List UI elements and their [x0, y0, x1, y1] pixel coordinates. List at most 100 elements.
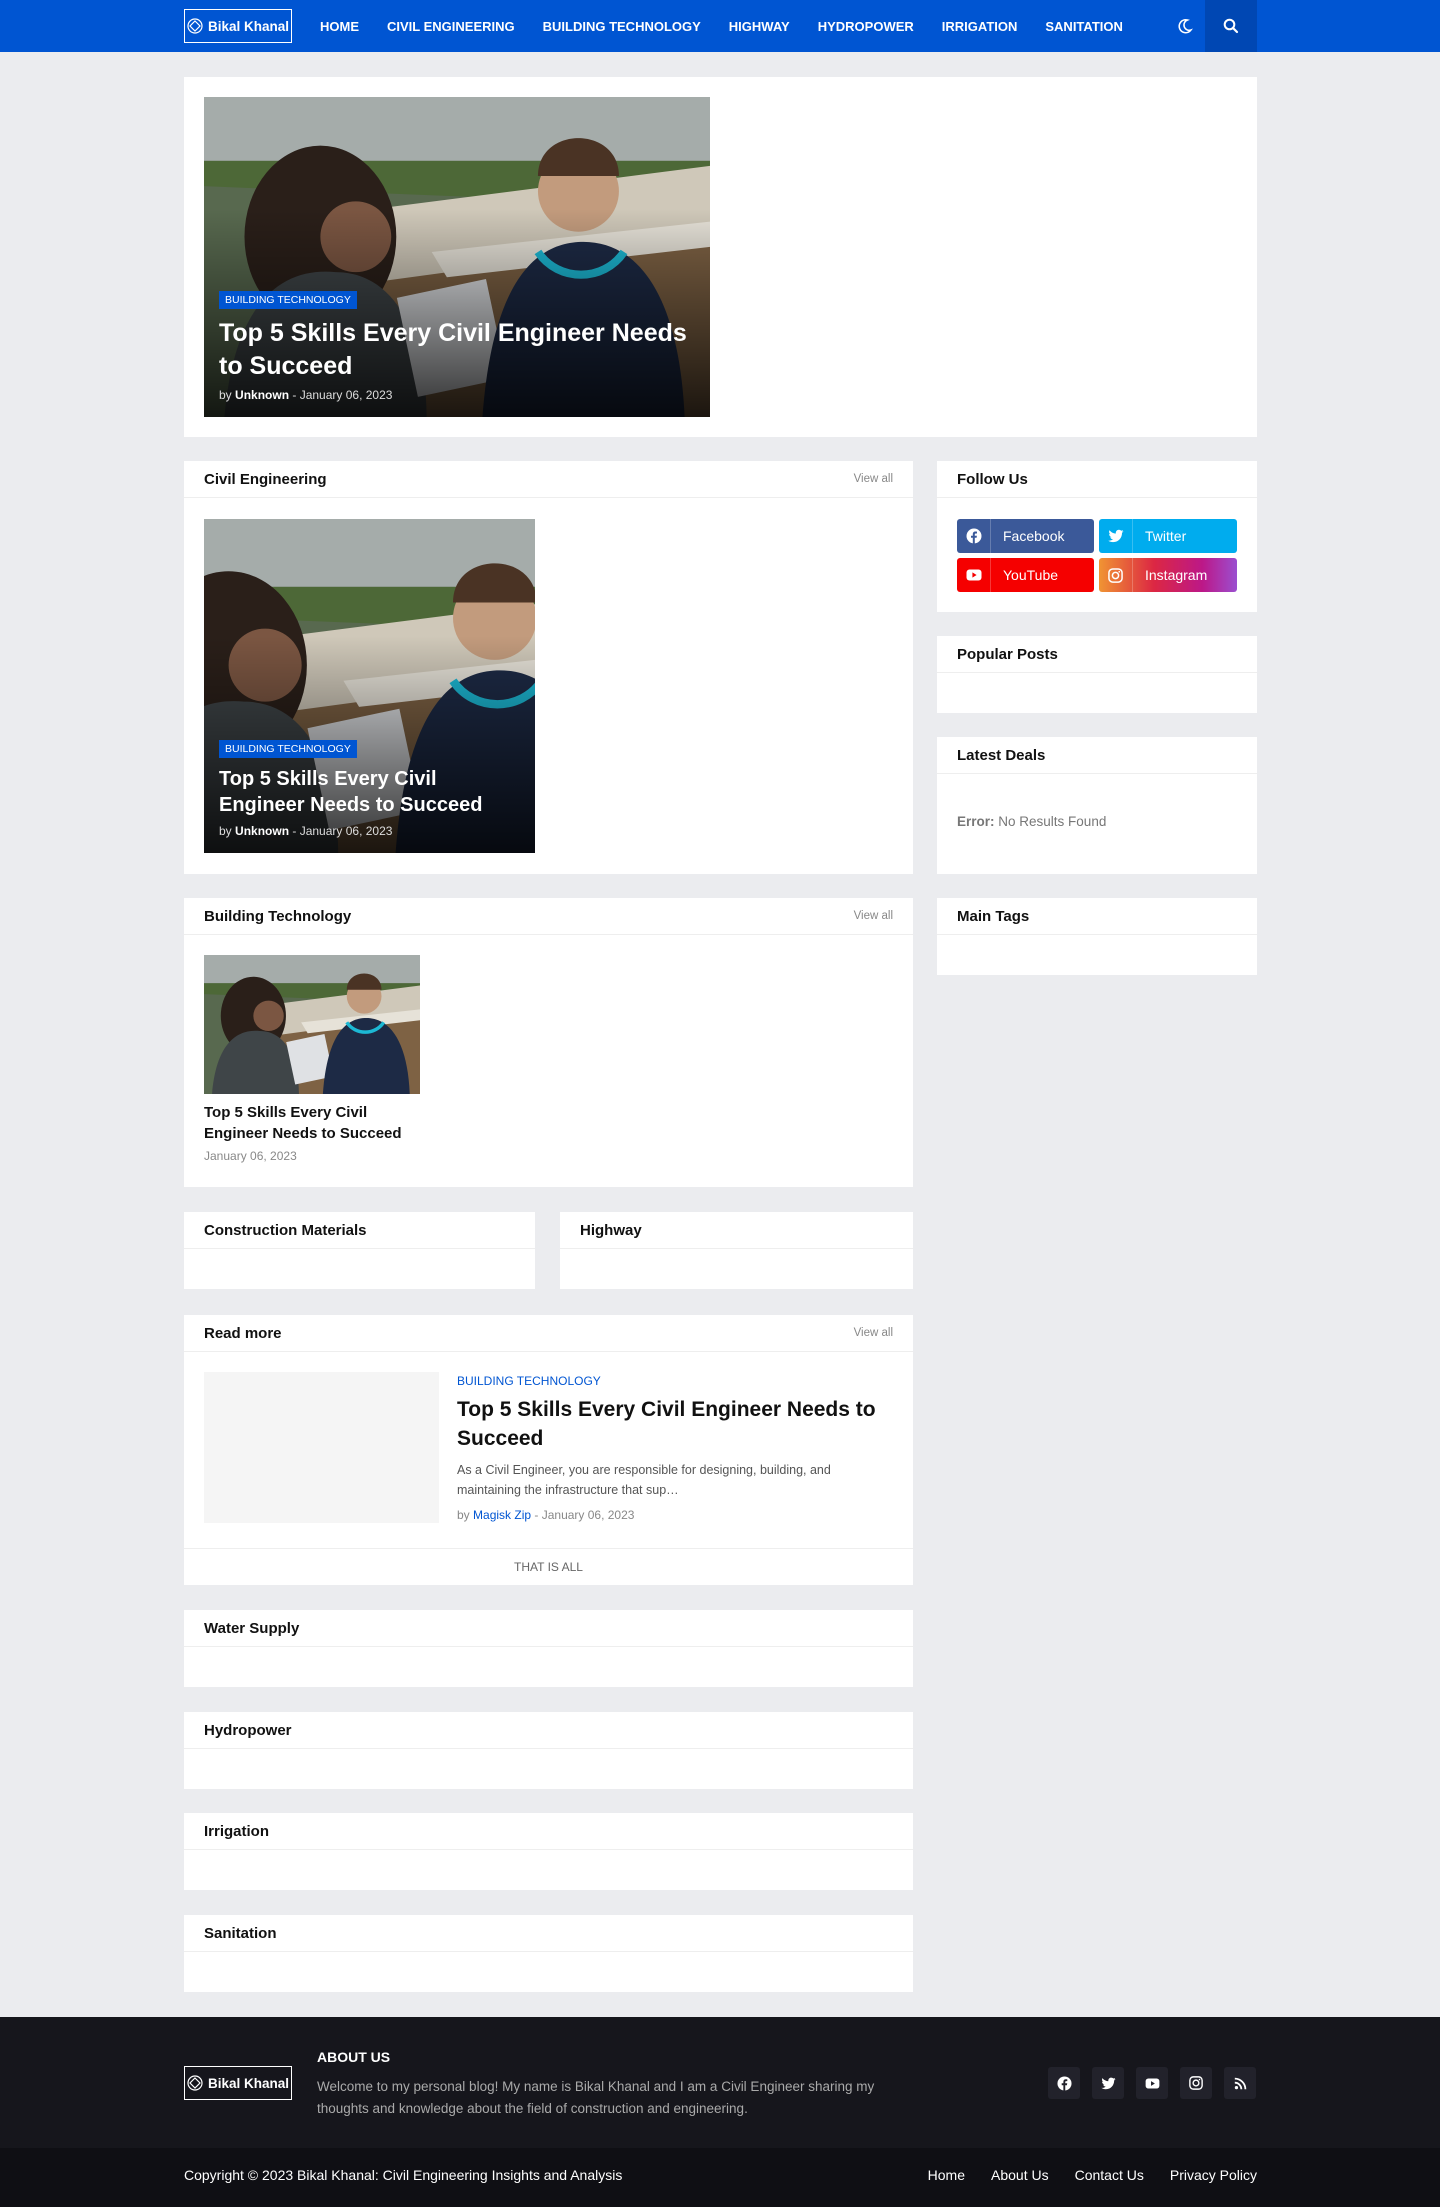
twitter-label: Twitter — [1145, 528, 1187, 544]
featured-title[interactable]: Top 5 Skills Every Civil Engineer Needs … — [219, 317, 695, 382]
instagram-button[interactable]: Instagram — [1099, 558, 1237, 592]
end-of-posts-text: THAT IS ALL — [514, 1560, 583, 1574]
post-meta: by Unknown - January 06, 2023 — [219, 824, 393, 838]
view-all-link[interactable]: View all — [854, 910, 893, 922]
nav-civil-engineering[interactable]: CIVIL ENGINEERING — [387, 19, 515, 34]
logo-mark-icon — [187, 18, 203, 34]
instagram-icon — [1108, 567, 1123, 583]
construction-materials-section: Construction Materials — [184, 1212, 535, 1289]
section-title: Construction Materials — [204, 1221, 367, 1239]
main-nav: HOME CIVIL ENGINEERING BUILDING TECHNOLO… — [320, 0, 1123, 52]
section-title: Highway — [580, 1221, 642, 1239]
instagram-icon — [1189, 2076, 1203, 2090]
post-author[interactable]: Magisk Zip — [473, 1508, 531, 1522]
post-author[interactable]: Unknown — [235, 388, 289, 402]
nav-irrigation[interactable]: IRRIGATION — [942, 19, 1018, 34]
section-title: Building Technology — [204, 907, 352, 925]
dark-mode-icon[interactable] — [1175, 16, 1195, 36]
twitter-icon — [1100, 2077, 1116, 2089]
post-meta: by Unknown - January 06, 2023 — [219, 388, 393, 402]
footer-instagram[interactable] — [1180, 2067, 1212, 2099]
footer-link-about-us[interactable]: About Us — [991, 2167, 1049, 2183]
irrigation-section: Irrigation — [184, 1813, 913, 1890]
footer-facebook[interactable] — [1048, 2067, 1080, 2099]
nav-home[interactable]: HOME — [320, 19, 359, 34]
nav-hydropower[interactable]: HYDROPOWER — [818, 19, 914, 34]
youtube-button[interactable]: YouTube — [957, 558, 1094, 592]
footer-youtube[interactable] — [1136, 2067, 1168, 2099]
end-of-posts: THAT IS ALL — [184, 1548, 913, 1585]
logo-mark-icon — [187, 2075, 203, 2091]
footer-rss[interactable] — [1224, 2067, 1256, 2099]
section-title: Irrigation — [204, 1822, 270, 1840]
widget-title: Main Tags — [957, 907, 1030, 925]
featured-post[interactable]: BUILDING TECHNOLOGY Top 5 Skills Every C… — [204, 97, 710, 417]
twitter-button[interactable]: Twitter — [1099, 519, 1237, 553]
popular-posts-widget: Popular Posts — [937, 636, 1257, 713]
footer-twitter[interactable] — [1092, 2067, 1124, 2099]
hydropower-section: Hydropower — [184, 1712, 913, 1789]
category-badge[interactable]: BUILDING TECHNOLOGY — [219, 291, 357, 309]
main-tags-widget: Main Tags — [937, 898, 1257, 975]
section-title: Read more — [204, 1324, 282, 1342]
copyright-text: Copyright © 2023 Bikal Khanal: Civil Eng… — [184, 2167, 623, 2183]
search-icon — [1223, 18, 1239, 34]
footer-bottom-bar: Copyright © 2023 Bikal Khanal: Civil Eng… — [0, 2148, 1440, 2207]
footer-logo[interactable]: Bikal Khanal — [184, 2066, 292, 2100]
search-button[interactable] — [1205, 0, 1257, 52]
view-all-link[interactable]: View all — [854, 473, 893, 485]
facebook-button[interactable]: Facebook — [957, 519, 1094, 553]
latest-deals-widget: Latest Deals Error: No Results Found — [937, 737, 1257, 874]
post-author[interactable]: Unknown — [235, 824, 289, 838]
post-thumbnail[interactable] — [204, 1372, 439, 1523]
highway-section: Highway — [560, 1212, 913, 1289]
follow-us-widget: Follow Us Facebook Twitter YouTube Insta… — [937, 461, 1257, 612]
youtube-label: YouTube — [1003, 567, 1059, 583]
water-supply-section: Water Supply — [184, 1610, 913, 1687]
nav-building-technology[interactable]: BUILDING TECHNOLOGY — [543, 19, 701, 34]
widget-title: Popular Posts — [957, 645, 1058, 663]
building-technology-section: Building Technology View all Top 5 Skill… — [184, 898, 913, 1187]
logo-text: Bikal Khanal — [207, 18, 290, 34]
logo-text: Bikal Khanal — [207, 2075, 290, 2091]
post-image[interactable] — [204, 955, 420, 1094]
youtube-icon — [1145, 2077, 1159, 2089]
youtube-icon — [966, 569, 981, 581]
about-text: Welcome to my personal blog! My name is … — [317, 2079, 875, 2116]
footer-link-privacy-policy[interactable]: Privacy Policy — [1170, 2167, 1257, 2183]
rss-icon — [1234, 2077, 1246, 2089]
about-title: ABOUT US — [317, 2049, 391, 2065]
civil-engineering-section: Civil Engineering View all BUILDING TECH… — [184, 461, 913, 874]
post-category[interactable]: BUILDING TECHNOLOGY — [457, 1374, 601, 1388]
nav-highway[interactable]: HIGHWAY — [729, 19, 790, 34]
widget-title: Latest Deals — [957, 746, 1046, 764]
post-date: January 06, 2023 — [299, 824, 393, 838]
widget-title: Follow Us — [957, 470, 1028, 488]
facebook-icon — [1056, 2075, 1072, 2091]
view-all-link[interactable]: View all — [854, 1327, 893, 1339]
section-title: Water Supply — [204, 1619, 300, 1637]
post-title[interactable]: Top 5 Skills Every Civil Engineer Needs … — [457, 1395, 897, 1454]
post-card[interactable]: BUILDING TECHNOLOGY Top 5 Skills Every C… — [204, 519, 535, 853]
post-date: January 06, 2023 — [299, 388, 393, 402]
facebook-icon — [966, 528, 981, 544]
section-title: Hydropower — [204, 1721, 292, 1739]
twitter-icon — [1107, 529, 1123, 543]
read-more-section: Read more View all BUILDING TECHNOLOGY T… — [184, 1315, 913, 1585]
category-badge[interactable]: BUILDING TECHNOLOGY — [219, 740, 357, 758]
footer-link-home[interactable]: Home — [928, 2167, 965, 2183]
post-title[interactable]: Top 5 Skills Every Civil Engineer Needs … — [204, 1102, 429, 1144]
nav-sanitation[interactable]: SANITATION — [1045, 19, 1123, 34]
footer-link-contact-us[interactable]: Contact Us — [1075, 2167, 1144, 2183]
post-title[interactable]: Top 5 Skills Every Civil Engineer Needs … — [219, 766, 520, 818]
footer-links: Home About Us Contact Us Privacy Policy — [928, 2167, 1257, 2183]
facebook-label: Facebook — [1003, 528, 1065, 544]
post-date: January 06, 2023 — [541, 1508, 635, 1522]
featured-section: BUILDING TECHNOLOGY Top 5 Skills Every C… — [184, 77, 1257, 437]
site-logo[interactable]: Bikal Khanal — [184, 9, 292, 43]
instagram-label: Instagram — [1145, 567, 1208, 583]
post-excerpt: As a Civil Engineer, you are responsible… — [457, 1463, 831, 1497]
error-message: Error: No Results Found — [957, 814, 1107, 829]
sanitation-section: Sanitation — [184, 1915, 913, 1992]
section-title: Sanitation — [204, 1924, 277, 1942]
